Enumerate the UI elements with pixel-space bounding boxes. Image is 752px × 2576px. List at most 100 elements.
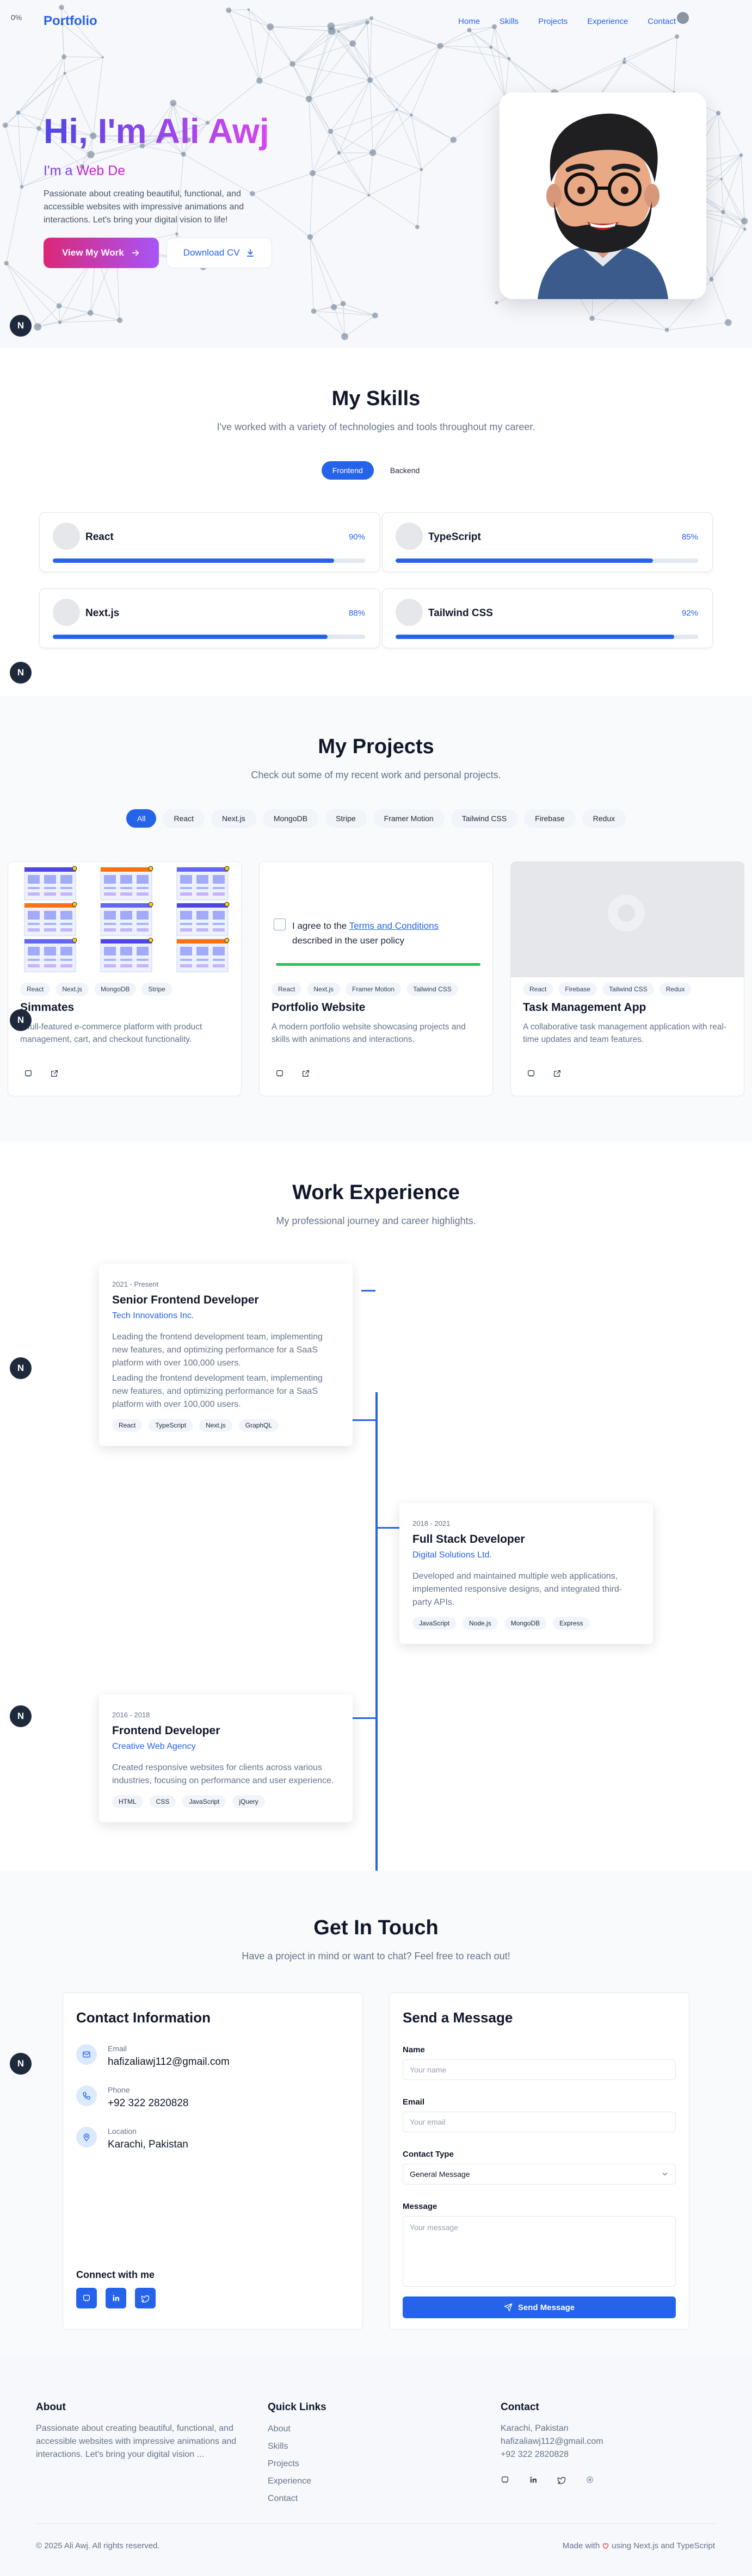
footer-website-link[interactable] [585,2475,594,2487]
twitter-button[interactable] [135,2288,156,2308]
project-card[interactable]: React Firebase Tailwind CSS Redux Task M… [510,861,744,1096]
filter-react[interactable]: React [163,809,205,828]
network-line [338,79,371,153]
external-link[interactable] [46,1065,63,1082]
nav-link-home[interactable]: Home [458,17,480,26]
send-message-button[interactable]: Send Message [403,2296,676,2318]
project-links [272,1065,314,1082]
email-value[interactable]: hafizaliawj112@gmail.com [108,2056,230,2068]
footer-linkedin-link[interactable] [529,2475,538,2487]
download-cv-button[interactable]: Download CV [166,238,272,268]
tab-frontend[interactable]: Frontend [321,461,374,480]
project-tags: React Next.js Framer Motion Tailwind CSS [272,983,458,996]
brand-logo[interactable]: Portfolio [44,14,97,29]
thumbnail-shape [196,923,208,925]
network-node [56,303,62,309]
hero-role: I'm a Web De [44,163,272,179]
footer-email[interactable]: hafizaliawj112@gmail.com [501,2435,603,2448]
footer-github-link[interactable] [501,2475,509,2487]
thumbnail-shape [180,892,192,896]
thumbnail-shape [60,923,72,925]
tab-backend[interactable]: Backend [379,461,431,480]
skill-progress-track [396,635,698,639]
network-line [90,312,120,321]
contact-type-select[interactable]: General Message [403,2164,676,2184]
filter-nextjs[interactable]: Next.js [211,809,256,828]
footer-link-contact[interactable]: Contact [268,2493,311,2505]
view-work-button[interactable]: View My Work [44,238,159,268]
project-card[interactable]: React Next.js MongoDB Stripe Simmates A … [8,861,242,1096]
github-link[interactable] [523,1065,539,1082]
project-tag: React [20,983,51,996]
external-link[interactable] [549,1065,565,1082]
network-node [20,185,24,189]
name-input[interactable] [403,2059,676,2080]
thumbnail-shape [44,887,56,889]
footer-link-experience[interactable]: Experience [268,2475,311,2487]
message-form-card: Send a Message Name Email Contact Type G… [389,1992,689,2330]
nav-link-projects[interactable]: Projects [538,17,568,26]
skill-name: Tailwind CSS [428,607,493,619]
nextjs-badge[interactable]: N [10,315,32,337]
nav-link-contact[interactable]: Contact [648,17,676,26]
thumbnail-shape [180,911,192,920]
thumbnail-shape [137,875,149,884]
network-line [417,169,422,227]
thumbnail-shape [72,938,77,943]
thumbnail-shape [120,923,132,925]
view-work-label: View My Work [62,247,124,258]
nav-link-skills[interactable]: Skills [500,17,519,26]
nextjs-badge[interactable]: N [10,1705,32,1727]
github-button[interactable] [76,2288,97,2308]
filter-redux[interactable]: Redux [582,809,626,828]
nextjs-badge[interactable]: N [10,2053,32,2075]
nextjs-badge[interactable]: N [10,1009,32,1031]
footer-contact-title: Contact [501,2401,539,2413]
thumbnail-shape [213,928,225,932]
footer-link-about[interactable]: About [268,2423,311,2435]
github-link[interactable] [20,1065,36,1082]
thumbnail-shape [72,866,77,871]
typescript-icon [396,523,423,550]
experience-date: 2016 - 2018 [112,1711,150,1719]
thumbnail-shape [104,959,116,961]
message-textarea[interactable] [403,2216,676,2287]
nav-link-experience[interactable]: Experience [587,17,628,26]
skills-title: My Skills [331,387,421,410]
external-link[interactable] [298,1065,314,1082]
email-input[interactable] [403,2112,676,2132]
linkedin-button[interactable] [106,2288,126,2308]
experience-date: 2021 - Present [112,1280,159,1288]
network-node [367,77,373,83]
contact-type-label: Contact Type [403,2150,454,2159]
footer-link-projects[interactable]: Projects [268,2458,311,2470]
thumbnail-shape [120,964,132,967]
filter-tailwind[interactable]: Tailwind CSS [451,809,518,828]
footer-link-skills[interactable]: Skills [268,2441,311,2453]
thumbnail-shape [213,875,225,884]
phone-value[interactable]: +92 322 2820828 [108,2097,188,2109]
send-message-label: Send Message [517,2302,575,2312]
network-line [674,36,677,92]
filter-stripe[interactable]: Stripe [325,809,367,828]
network-node [741,218,748,225]
filter-framer-motion[interactable]: Framer Motion [373,809,445,828]
github-icon [83,2295,90,2301]
filter-all[interactable]: All [126,809,157,828]
nextjs-badge[interactable]: N [10,662,32,684]
project-card[interactable]: I agree to the Terms and Conditions desc… [259,861,493,1096]
skill-name: Next.js [85,607,120,619]
top-nav: Portfolio Home Skills Projects Experienc… [0,0,752,42]
thumbnail-shape [180,959,192,961]
skill-progress-track [53,558,365,563]
network-node [58,320,62,324]
filter-firebase[interactable]: Firebase [524,809,576,828]
nextjs-badge[interactable]: N [10,1357,32,1379]
footer-social-links [501,2475,594,2487]
footer-phone[interactable]: +92 322 2820828 [501,2448,569,2461]
footer-twitter-link[interactable] [557,2475,566,2487]
filter-mongodb[interactable]: MongoDB [262,809,319,828]
network-node [61,54,66,59]
external-link-icon [51,1070,58,1077]
github-link[interactable] [272,1065,288,1082]
